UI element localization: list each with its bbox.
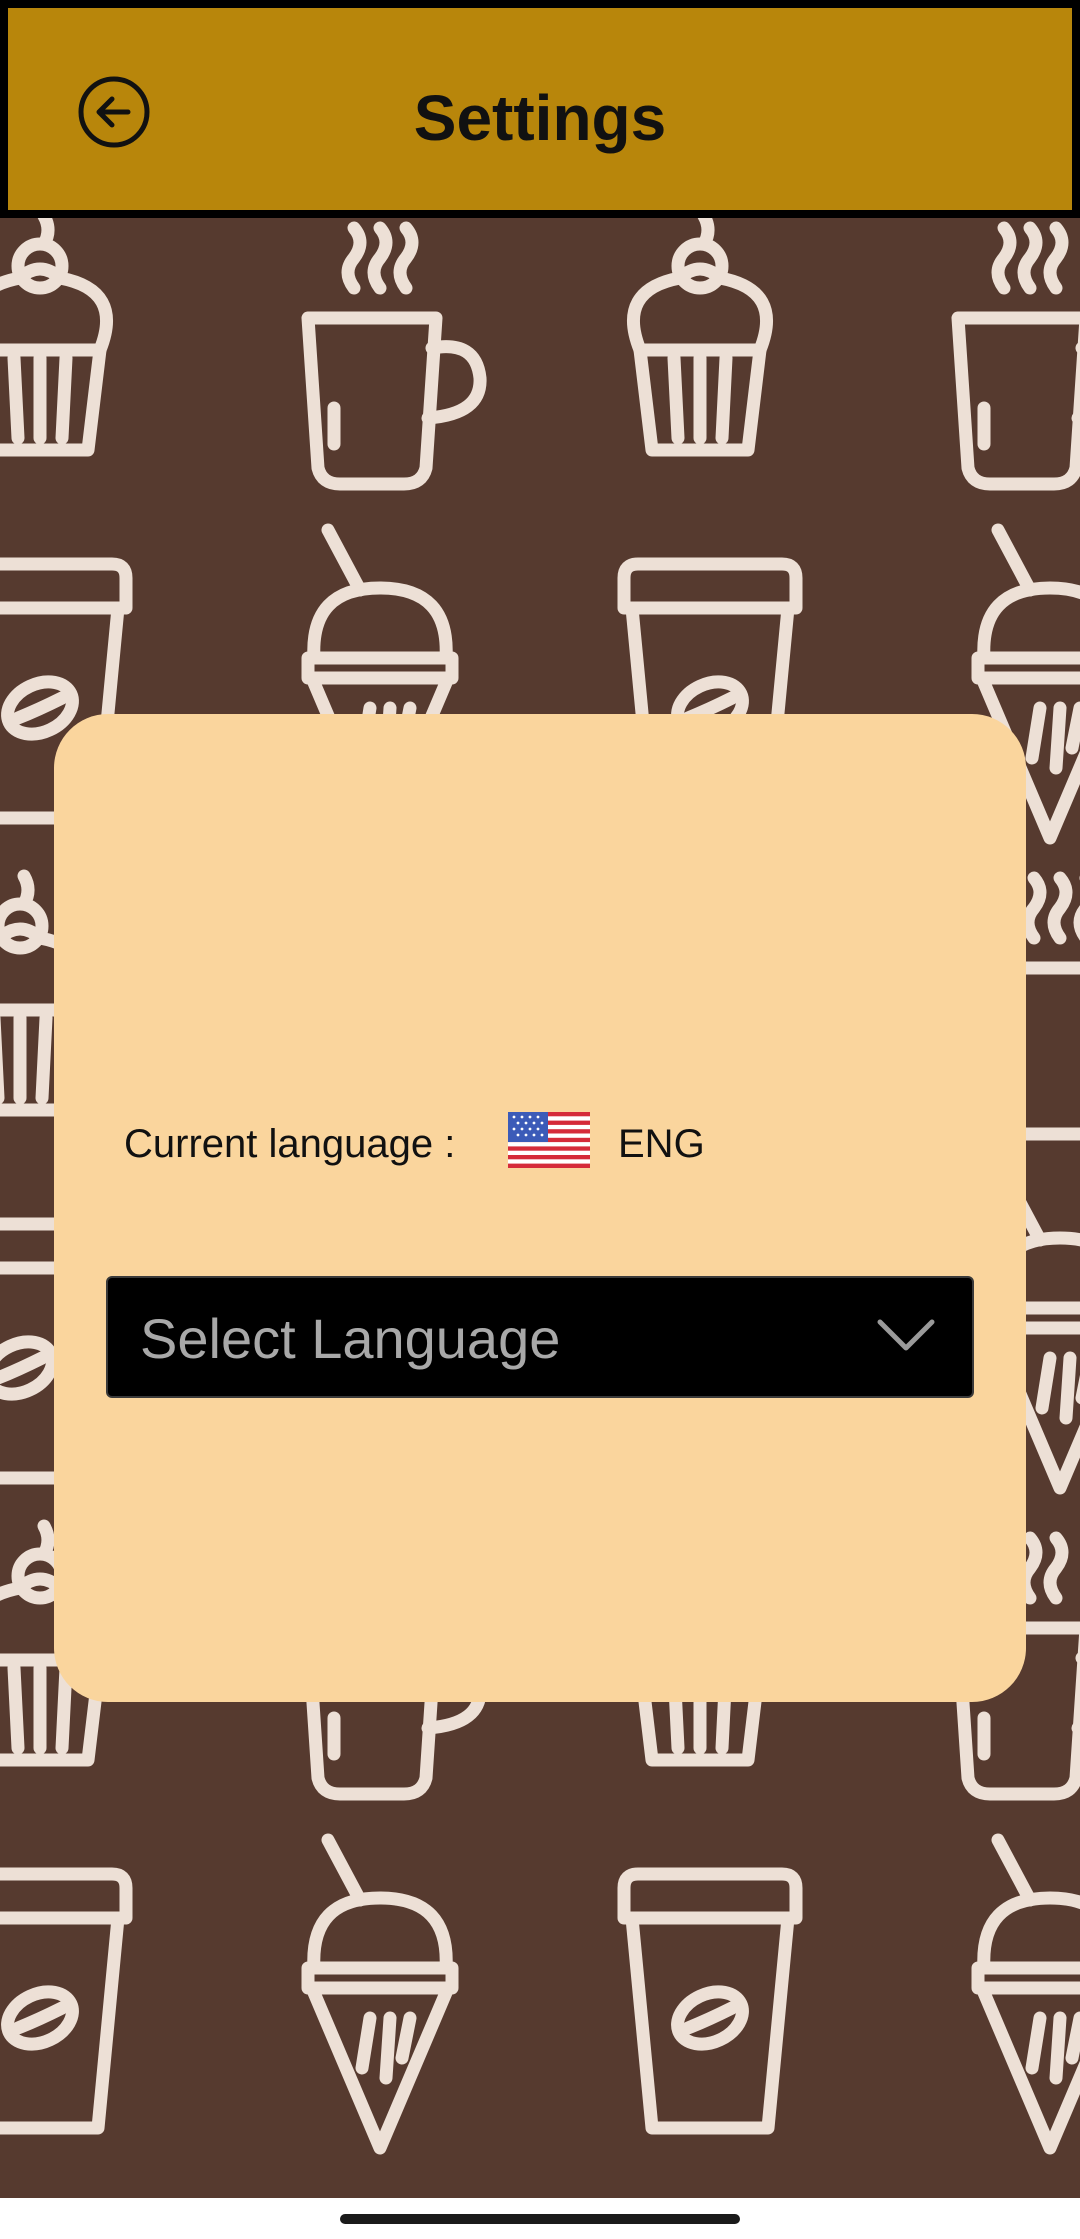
home-indicator[interactable]	[340, 2214, 740, 2224]
chevron-down-icon	[877, 1319, 935, 1351]
current-language-code: ENG	[618, 1122, 705, 1166]
app-header: Settings	[0, 0, 1080, 218]
select-placeholder: Select Language	[140, 1307, 561, 1370]
system-navigation-bar	[0, 2198, 1080, 2239]
page-title: Settings	[413, 82, 667, 154]
us-flag-icon	[508, 1112, 590, 1168]
language-card: Current language : ENG Select Language	[54, 714, 1026, 1702]
language-select[interactable]: Select Language	[106, 1276, 974, 1398]
current-language-label: Current language :	[124, 1122, 456, 1166]
